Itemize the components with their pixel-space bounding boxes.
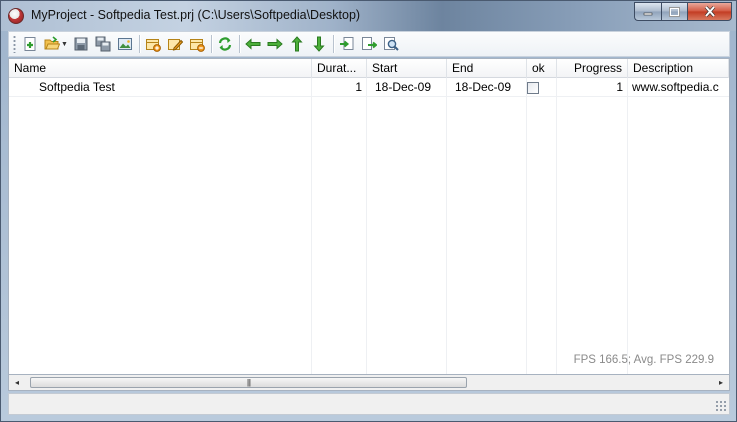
column-divider [311, 78, 312, 374]
refresh-icon [219, 37, 232, 51]
task-progress[interactable]: 1 [557, 78, 628, 97]
add-item-icon [146, 39, 162, 52]
column-divider [446, 78, 447, 374]
task-description[interactable]: www.softpedia.c [632, 78, 729, 97]
toolbar: ▼ [8, 31, 730, 57]
new-task-icon [24, 37, 35, 51]
column-header-end[interactable]: End [447, 59, 527, 78]
task-name[interactable]: Softpedia Test [39, 78, 309, 97]
task-duration[interactable]: 1 [312, 78, 367, 97]
delete-item-icon [190, 39, 206, 52]
grid-header: Name Durat... Start End ok Progress Desc… [9, 59, 729, 78]
task-start[interactable]: 18-Dec-09 [375, 78, 447, 97]
task-end[interactable]: 18-Dec-09 [455, 78, 527, 97]
app-icon[interactable] [8, 8, 24, 24]
refresh-button[interactable] [216, 35, 235, 54]
minimize-button[interactable] [634, 2, 661, 21]
open-button[interactable] [42, 35, 61, 54]
window-title: MyProject - Softpedia Test.prj (C:\Users… [31, 8, 361, 22]
column-header-duration[interactable]: Durat... [312, 59, 367, 78]
edit-item-icon [168, 39, 184, 51]
arrow-left-icon [245, 38, 261, 50]
column-divider [366, 78, 367, 374]
image-export-icon [118, 38, 133, 50]
resize-grip-icon[interactable] [715, 400, 727, 412]
arrow-down-icon [313, 36, 326, 52]
save-all-icon [95, 36, 111, 52]
status-bar [8, 393, 730, 415]
column-divider [526, 78, 527, 374]
column-divider [556, 78, 557, 374]
image-export-button[interactable] [116, 35, 135, 54]
chevron-down-icon[interactable]: ▼ [61, 41, 68, 48]
maximize-icon [669, 6, 680, 17]
column-header-progress[interactable]: Progress [557, 59, 628, 78]
toolbar-separator [332, 35, 334, 53]
close-button[interactable] [687, 2, 732, 21]
column-header-ok[interactable]: ok [527, 59, 557, 78]
open-folder-icon [44, 36, 60, 50]
scroll-right-button[interactable]: ▸ [713, 375, 729, 390]
save-button[interactable] [72, 35, 91, 54]
task-grid[interactable]: Name Durat... Start End ok Progress Desc… [8, 58, 730, 375]
window-controls [634, 2, 732, 21]
toolbar-grip[interactable] [13, 35, 16, 53]
toolbar-separator [210, 35, 212, 53]
move-left-button[interactable] [244, 35, 263, 54]
column-header-name[interactable]: Name [9, 59, 312, 78]
search-icon [384, 37, 400, 51]
fps-counter: FPS 166.5; Avg. FPS 229.9 [573, 354, 714, 366]
column-header-description[interactable]: Description [628, 59, 729, 78]
import-button[interactable] [338, 35, 357, 54]
main-window: MyProject - Softpedia Test.prj (C:\Users… [0, 0, 737, 422]
save-all-button[interactable] [94, 35, 113, 54]
column-divider [627, 78, 628, 374]
add-item-button[interactable] [144, 35, 163, 54]
minimize-icon [643, 12, 653, 15]
arrow-up-icon [291, 36, 304, 52]
horizontal-scrollbar[interactable]: ◂ ||| ▸ [8, 375, 730, 391]
save-icon [74, 37, 88, 51]
move-up-button[interactable] [288, 35, 307, 54]
column-header-start[interactable]: Start [367, 59, 447, 78]
edit-item-button[interactable] [166, 35, 185, 54]
delete-item-button[interactable] [188, 35, 207, 54]
table-row[interactable]: Softpedia Test 1 18-Dec-09 18-Dec-09 1 w… [9, 78, 729, 97]
maximize-button[interactable] [661, 2, 687, 21]
import-icon [340, 37, 354, 50]
new-task-button[interactable] [20, 35, 39, 54]
task-ok-checkbox[interactable] [527, 82, 539, 94]
find-button[interactable] [382, 35, 401, 54]
scroll-left-button[interactable]: ◂ [9, 375, 25, 390]
export-icon [362, 37, 378, 50]
toolbar-separator [138, 35, 140, 53]
arrow-right-icon [267, 38, 284, 50]
scrollbar-thumb[interactable]: ||| [30, 377, 467, 388]
close-icon [704, 6, 715, 17]
grip-icon: ||| [246, 378, 251, 387]
export-button[interactable] [360, 35, 379, 54]
toolbar-separator [238, 35, 240, 53]
move-right-button[interactable] [266, 35, 285, 54]
title-bar[interactable]: MyProject - Softpedia Test.prj (C:\Users… [1, 1, 736, 31]
move-down-button[interactable] [310, 35, 329, 54]
